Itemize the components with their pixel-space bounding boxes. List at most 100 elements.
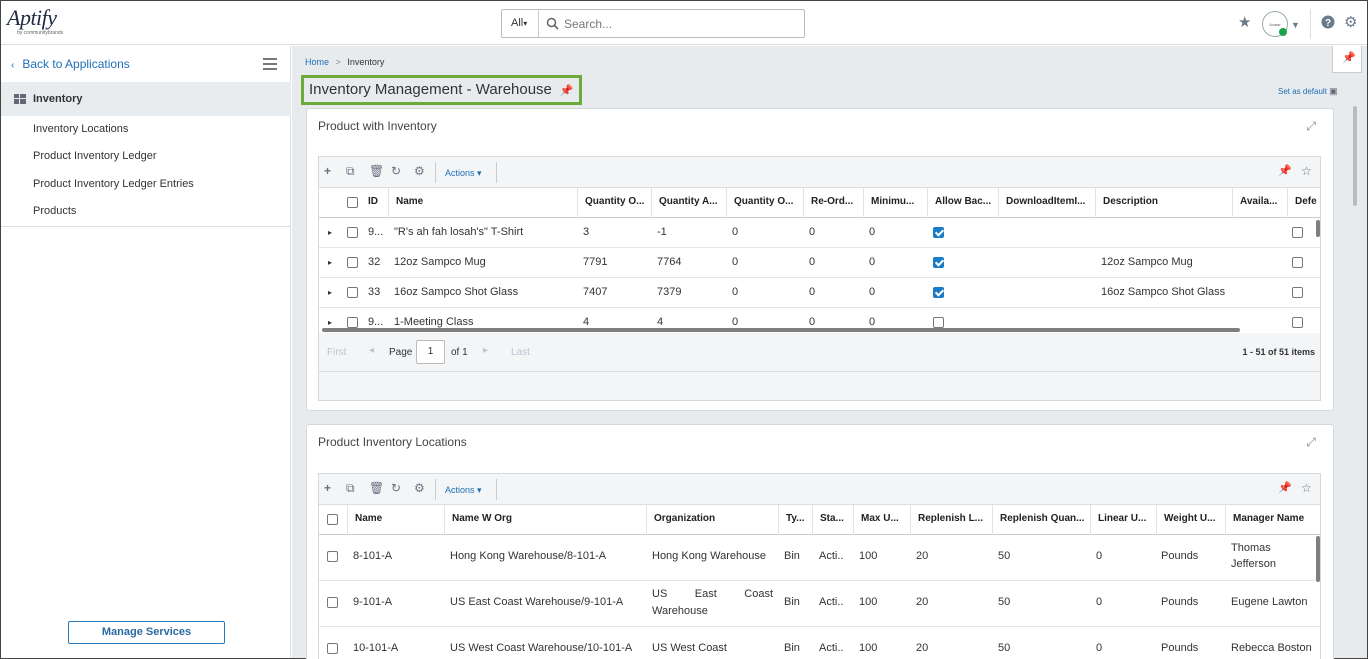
table-row[interactable]: 10-101-A US West Coast Warehouse/10-101-A…	[319, 627, 1320, 659]
add-icon[interactable]: +	[324, 165, 331, 177]
column-header-reorder[interactable]: Re-Ord...	[803, 188, 863, 218]
allow-backorder-checkbox[interactable]	[933, 287, 944, 298]
back-to-applications-link[interactable]: ‹ Back to Applications	[11, 57, 130, 71]
column-header-id[interactable]: ID	[361, 188, 388, 218]
add-icon[interactable]: +	[324, 482, 331, 494]
pin-icon[interactable]: 📌	[560, 84, 574, 97]
expand-row-icon[interactable]: ▸	[328, 258, 332, 267]
column-header-allow-backorder[interactable]: Allow Bac...	[927, 188, 998, 218]
gear-icon[interactable]: ⚙	[414, 482, 425, 494]
table-row[interactable]: 9-101-A US East Coast Warehouse/9-101-A Bi…	[319, 581, 1320, 627]
column-header-max-units[interactable]: Max U...	[853, 505, 910, 535]
row-checkbox[interactable]	[347, 317, 358, 328]
column-header-quantity-on-order[interactable]: Quantity O...	[726, 188, 803, 218]
select-all-checkbox[interactable]	[327, 514, 338, 525]
trash-icon[interactable]: 🗑	[369, 165, 384, 177]
sidebar-item-inventory[interactable]: Inventory	[1, 82, 291, 116]
row-checkbox[interactable]	[347, 227, 358, 238]
pin-icon[interactable]: 📌	[1278, 165, 1292, 177]
manage-services-button[interactable]: Manage Services	[68, 621, 225, 644]
sidebar-item-product-inventory-ledger[interactable]: Product Inventory Ledger	[33, 150, 157, 162]
vertical-scrollbar[interactable]	[1316, 536, 1320, 582]
user-avatar[interactable]: Avatar	[1262, 11, 1288, 37]
deferred-checkbox[interactable]	[1292, 227, 1303, 238]
expand-icon[interactable]: ⤢	[1306, 435, 1316, 450]
deferred-checkbox[interactable]	[1292, 317, 1303, 328]
pager-next-icon[interactable]: ▸	[483, 345, 488, 356]
star-outline-icon[interactable]: ☆	[1301, 482, 1312, 494]
sidebar-item-inventory-locations[interactable]: Inventory Locations	[33, 123, 128, 135]
select-all-checkbox[interactable]	[347, 197, 358, 208]
expand-row-icon[interactable]: ▸	[328, 288, 332, 297]
column-header-available[interactable]: Availa...	[1232, 188, 1287, 218]
open-external-icon[interactable]: ⧉	[346, 165, 355, 177]
column-header-name-w-org[interactable]: Name W Org	[444, 505, 646, 535]
column-header-type[interactable]: Ty...	[778, 505, 812, 535]
column-header-minimum[interactable]: Minimu...	[863, 188, 927, 218]
aptify-logo[interactable]: Aptify by communitybrands	[7, 7, 71, 41]
page-scrollbar[interactable]	[1353, 106, 1357, 206]
column-header-deferred[interactable]: Defe	[1287, 188, 1320, 218]
actions-dropdown[interactable]: Actions ▾	[445, 168, 482, 179]
search-scope-dropdown[interactable]: All▾	[502, 10, 539, 37]
vertical-scrollbar[interactable]	[1316, 220, 1320, 237]
allow-backorder-checkbox[interactable]	[933, 317, 944, 328]
expand-row-icon[interactable]: ▸	[328, 318, 332, 327]
gear-icon[interactable]: ⚙	[414, 165, 425, 177]
expand-icon[interactable]: ⤢	[1306, 119, 1316, 134]
row-checkbox[interactable]	[347, 287, 358, 298]
column-header-quantity-available[interactable]: Quantity A...	[651, 188, 726, 218]
refresh-icon[interactable]: ↻	[391, 165, 401, 177]
table-row[interactable]: ▸ 33 16oz Sampco Shot Glass 7407 7379 0 0 0 16oz…	[319, 278, 1320, 308]
pin-panel-button[interactable]: 📌	[1332, 46, 1362, 73]
row-checkbox[interactable]	[327, 643, 338, 654]
gear-icon[interactable]: ⚙	[1344, 15, 1357, 30]
table-row[interactable]: ▸ 9... "R's ah fah losah's" T-Shirt 3 -1 0 0 0	[319, 218, 1320, 248]
hamburger-menu-icon[interactable]	[263, 58, 277, 70]
actions-dropdown[interactable]: Actions ▾	[445, 485, 482, 496]
refresh-icon[interactable]: ↻	[391, 482, 401, 494]
search-input[interactable]: Search...	[564, 17, 612, 31]
column-header-description[interactable]: Description	[1095, 188, 1232, 218]
expand-row-icon[interactable]: ▸	[328, 228, 332, 237]
open-external-icon[interactable]: ⧉	[346, 482, 355, 494]
cell-weight-units: Pounds	[1161, 550, 1199, 562]
deferred-checkbox[interactable]	[1292, 287, 1303, 298]
column-header-manager-name[interactable]: Manager Name	[1225, 505, 1320, 535]
column-header-linear-units[interactable]: Linear U...	[1090, 505, 1156, 535]
row-checkbox[interactable]	[347, 257, 358, 268]
star-outline-icon[interactable]: ☆	[1301, 165, 1312, 177]
pager-last[interactable]: Last	[511, 347, 530, 358]
column-header-name[interactable]: Name	[347, 505, 444, 535]
table-row[interactable]: ▸ 32 12oz Sampco Mug 7791 7764 0 0 0 12oz Sampco…	[319, 248, 1320, 278]
top-header: Aptify by communitybrands All▾ Search...…	[1, 1, 1367, 45]
table-row[interactable]: 8-101-A Hong Kong Warehouse/8-101-A Bin Act…	[319, 535, 1320, 581]
page-number-input[interactable]: 1	[416, 340, 445, 364]
column-header-replenish-quantity[interactable]: Replenish Quan...	[992, 505, 1090, 535]
cell-name: 12oz Sampco Mug	[394, 256, 486, 268]
sidebar-item-products[interactable]: Products	[33, 205, 76, 217]
pager-prev-icon[interactable]: ◂	[369, 345, 374, 356]
column-header-quantity-on-hand[interactable]: Quantity O...	[577, 188, 651, 218]
column-header-name[interactable]: Name	[388, 188, 577, 218]
allow-backorder-checkbox[interactable]	[933, 227, 944, 238]
column-header-weight-units[interactable]: Weight U...	[1156, 505, 1225, 535]
column-header-download-item[interactable]: DownloadItemI...	[998, 188, 1095, 218]
chevron-down-icon[interactable]: ▼	[1291, 18, 1300, 33]
breadcrumb-home[interactable]: Home	[305, 57, 329, 67]
column-header-organization[interactable]: Organization	[646, 505, 778, 535]
pin-icon[interactable]: 📌	[1278, 482, 1292, 494]
column-header-status[interactable]: Sta...	[812, 505, 853, 535]
deferred-checkbox[interactable]	[1292, 257, 1303, 268]
row-checkbox[interactable]	[327, 551, 338, 562]
allow-backorder-checkbox[interactable]	[933, 257, 944, 268]
trash-icon[interactable]: 🗑	[369, 482, 384, 494]
pager-first[interactable]: First	[327, 347, 346, 358]
column-header-replenish-level[interactable]: Replenish L...	[910, 505, 992, 535]
set-as-default-link[interactable]: Set as default ▣	[1278, 86, 1338, 97]
horizontal-scrollbar[interactable]	[322, 328, 1240, 332]
sidebar-item-product-inventory-ledger-entries[interactable]: Product Inventory Ledger Entries	[33, 178, 194, 190]
row-checkbox[interactable]	[327, 597, 338, 608]
star-icon[interactable]: ★	[1238, 15, 1251, 30]
help-icon[interactable]: ?	[1321, 15, 1335, 32]
